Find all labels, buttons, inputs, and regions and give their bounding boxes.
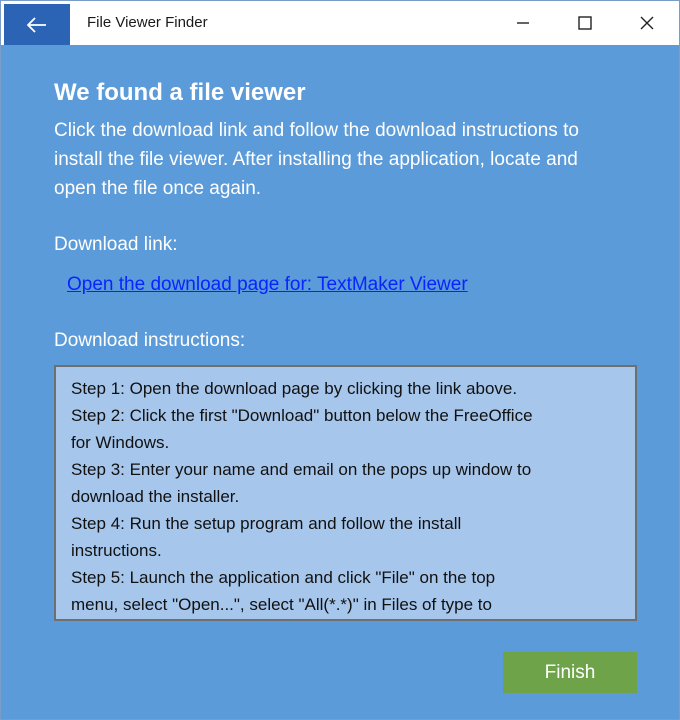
close-button[interactable]: [617, 1, 677, 45]
title-bar: File Viewer Finder: [1, 1, 679, 45]
instruction-line: Step 1: Open the download page by clicki…: [71, 379, 518, 398]
arrow-left-icon: [27, 16, 46, 33]
download-instructions-label: Download instructions:: [54, 330, 246, 351]
main-content: We found a file viewer Click the downloa…: [1, 45, 679, 719]
instruction-line: Step 3: Enter your name and email on the…: [71, 460, 532, 479]
minimize-button[interactable]: [493, 1, 553, 45]
finish-button[interactable]: Finish: [503, 652, 637, 693]
instruction-line: for Windows.: [71, 433, 170, 452]
back-button[interactable]: [4, 4, 70, 45]
instruction-line: instructions.: [71, 541, 162, 560]
file-viewer-finder-window: File Viewer Finder We found a file viewe…: [0, 0, 680, 720]
instructions-textbox[interactable]: Step 1: Open the download page by clicki…: [54, 365, 637, 621]
close-icon: [640, 16, 654, 30]
minimize-icon: [517, 22, 529, 24]
window-title: File Viewer Finder: [87, 14, 208, 31]
maximize-button[interactable]: [555, 1, 615, 45]
maximize-icon: [578, 16, 592, 30]
instruction-line: Step 5: Launch the application and click…: [71, 568, 496, 587]
description-text: Click the download link and follow the d…: [54, 120, 579, 199]
instruction-line: Step 2: Click the first "Download" butto…: [71, 406, 533, 425]
page-heading: We found a file viewer: [54, 79, 306, 106]
instruction-line: download the installer.: [71, 487, 240, 506]
download-page-link[interactable]: Open the download page for: TextMaker Vi…: [67, 274, 468, 296]
download-link-label: Download link:: [54, 234, 178, 255]
instruction-line: menu, select "Open...", select "All(*.*)…: [71, 595, 492, 614]
instruction-line: Step 4: Run the setup program and follow…: [71, 514, 462, 533]
